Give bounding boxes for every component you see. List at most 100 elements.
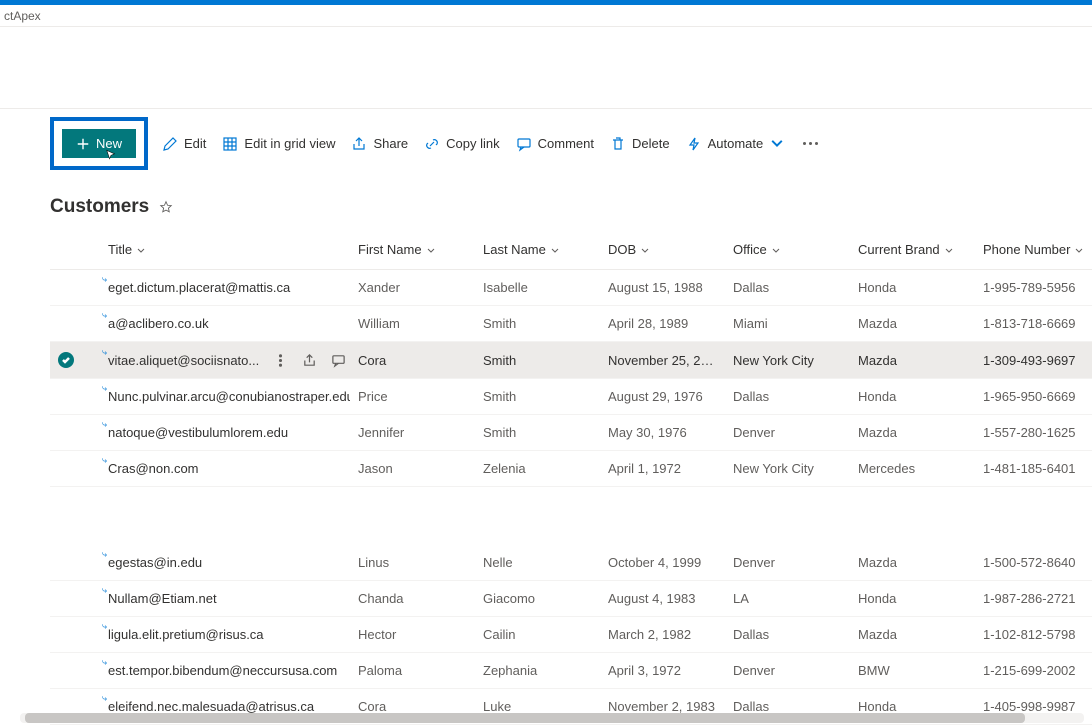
automate-icon: [686, 136, 702, 152]
selected-check-icon: [58, 352, 74, 368]
cell-brand: Mazda: [850, 415, 975, 451]
delete-button[interactable]: Delete: [608, 132, 672, 156]
grid-icon: [222, 136, 238, 152]
share-row-icon[interactable]: [302, 353, 317, 368]
comment-row-icon[interactable]: [331, 353, 346, 368]
automate-button[interactable]: Automate: [684, 132, 788, 156]
cell-phone: 1-813-718-6669: [975, 306, 1092, 342]
table-row[interactable]: ⤷eget.dictum.placerat@mattis.caXanderIsa…: [50, 270, 1092, 306]
more-actions-button[interactable]: [799, 138, 822, 149]
title-text: ligula.elit.pretium@risus.ca: [108, 627, 264, 642]
row-select-cell[interactable]: [50, 306, 100, 342]
title-cell[interactable]: ⤷Nunc.pulvinar.arcu@conubianostraper.edu: [100, 379, 350, 415]
cell-office: Miami: [725, 306, 850, 342]
table-row[interactable]: ⤷est.tempor.bibendum@neccursusa.comPalom…: [50, 652, 1092, 688]
cell-office: LA: [725, 580, 850, 616]
row-select-cell[interactable]: [50, 616, 100, 652]
table-row[interactable]: ⤷Cras@non.comJasonZeleniaApril 1, 1972Ne…: [50, 451, 1092, 487]
title-cell[interactable]: ⤷Cras@non.com: [100, 451, 350, 487]
row-select-cell[interactable]: [50, 415, 100, 451]
title-text: egestas@in.edu: [108, 555, 202, 570]
link-mini-icon: ⤷: [102, 347, 107, 358]
cell-first: Jennifer: [350, 415, 475, 451]
share-button[interactable]: Share: [349, 132, 410, 156]
title-text: a@aclibero.co.uk: [108, 316, 209, 331]
cell-last: Smith: [475, 306, 600, 342]
title-text: eget.dictum.placerat@mattis.ca: [108, 280, 290, 295]
horizontal-scrollbar[interactable]: [20, 713, 1084, 723]
table-row[interactable]: ⤷egestas@in.eduLinusNelleOctober 4, 1999…: [50, 545, 1092, 581]
link-mini-icon: ⤷: [102, 383, 107, 394]
cell-last: Smith: [475, 342, 600, 379]
title-cell[interactable]: ⤷est.tempor.bibendum@neccursusa.com: [100, 652, 350, 688]
cell-dob: August 29, 1976: [600, 379, 725, 415]
title-text: eleifend.nec.malesuada@atrisus.ca: [108, 699, 314, 714]
cell-first: Cora: [350, 342, 475, 379]
chevron-down-icon: [426, 246, 436, 256]
copy-link-button[interactable]: Copy link: [422, 132, 501, 156]
title-cell[interactable]: ⤷Nullam@Etiam.net: [100, 580, 350, 616]
table-row[interactable]: ⤷ligula.elit.pretium@risus.caHectorCaili…: [50, 616, 1092, 652]
cell-office: Denver: [725, 545, 850, 581]
link-mini-icon: ⤷: [102, 274, 107, 285]
more-vertical-icon[interactable]: [273, 353, 288, 368]
cell-dob: April 28, 1989: [600, 306, 725, 342]
col-first-name[interactable]: First Name: [350, 230, 475, 270]
edit-grid-button[interactable]: Edit in grid view: [220, 132, 337, 156]
title-cell[interactable]: ⤷eget.dictum.placerat@mattis.ca: [100, 270, 350, 306]
col-last-name[interactable]: Last Name: [475, 230, 600, 270]
cell-brand: Mazda: [850, 306, 975, 342]
row-select-cell[interactable]: [50, 270, 100, 306]
table-row[interactable]: ⤷a@aclibero.co.ukWilliamSmithApril 28, 1…: [50, 306, 1092, 342]
row-select-cell[interactable]: [50, 580, 100, 616]
title-cell[interactable]: ⤷egestas@in.edu: [100, 545, 350, 581]
select-all-header[interactable]: [50, 230, 100, 270]
top-strip: ctApex: [0, 5, 1092, 27]
cell-brand: Mazda: [850, 616, 975, 652]
table-row: [50, 487, 1092, 545]
table-row[interactable]: ⤷natoque@vestibulumlorem.eduJenniferSmit…: [50, 415, 1092, 451]
cell-brand: BMW: [850, 652, 975, 688]
cell-dob: August 4, 1983: [600, 580, 725, 616]
delete-icon: [610, 136, 626, 152]
cell-office: Denver: [725, 652, 850, 688]
table-row[interactable]: ⤷vitae.aliquet@sociisnato...CoraSmithNov…: [50, 342, 1092, 379]
edit-button[interactable]: Edit: [160, 132, 208, 156]
title-cell[interactable]: ⤷natoque@vestibulumlorem.edu: [100, 415, 350, 451]
cell-phone: 1-102-812-5798: [975, 616, 1092, 652]
cell-phone: 1-500-572-8640: [975, 545, 1092, 581]
edit-icon: [162, 136, 178, 152]
title-text: est.tempor.bibendum@neccursusa.com: [108, 663, 337, 678]
row-select-cell[interactable]: [50, 342, 100, 379]
col-brand[interactable]: Current Brand: [850, 230, 975, 270]
title-cell[interactable]: ⤷a@aclibero.co.uk: [100, 306, 350, 342]
cell-last: Isabelle: [475, 270, 600, 306]
command-bar: New Edit Edit in grid view Share Copy li…: [0, 109, 1092, 178]
row-select-cell[interactable]: [50, 379, 100, 415]
col-dob[interactable]: DOB: [600, 230, 725, 270]
row-select-cell[interactable]: [50, 451, 100, 487]
cell-dob: May 30, 1976: [600, 415, 725, 451]
cell-last: Zephania: [475, 652, 600, 688]
title-cell[interactable]: ⤷ligula.elit.pretium@risus.ca: [100, 616, 350, 652]
table-row[interactable]: ⤷Nullam@Etiam.netChandaGiacomoAugust 4, …: [50, 580, 1092, 616]
scrollbar-thumb[interactable]: [25, 713, 1025, 723]
chevron-down-icon: [136, 246, 146, 256]
row-select-cell[interactable]: [50, 652, 100, 688]
cell-last: Nelle: [475, 545, 600, 581]
new-button[interactable]: New: [62, 129, 136, 158]
favorite-icon[interactable]: [159, 200, 173, 214]
cell-first: Jason: [350, 451, 475, 487]
title-cell[interactable]: ⤷vitae.aliquet@sociisnato...: [100, 342, 350, 379]
col-office[interactable]: Office: [725, 230, 850, 270]
cell-brand: Honda: [850, 580, 975, 616]
cell-last: Zelenia: [475, 451, 600, 487]
table-row[interactable]: ⤷Nunc.pulvinar.arcu@conubianostraper.edu…: [50, 379, 1092, 415]
comment-button[interactable]: Comment: [514, 132, 596, 156]
col-phone[interactable]: Phone Number: [975, 230, 1092, 270]
col-title[interactable]: Title: [100, 230, 350, 270]
cell-office: New York City: [725, 451, 850, 487]
cell-first: William: [350, 306, 475, 342]
row-select-cell[interactable]: [50, 545, 100, 581]
highlight-annotation: New: [50, 117, 148, 170]
